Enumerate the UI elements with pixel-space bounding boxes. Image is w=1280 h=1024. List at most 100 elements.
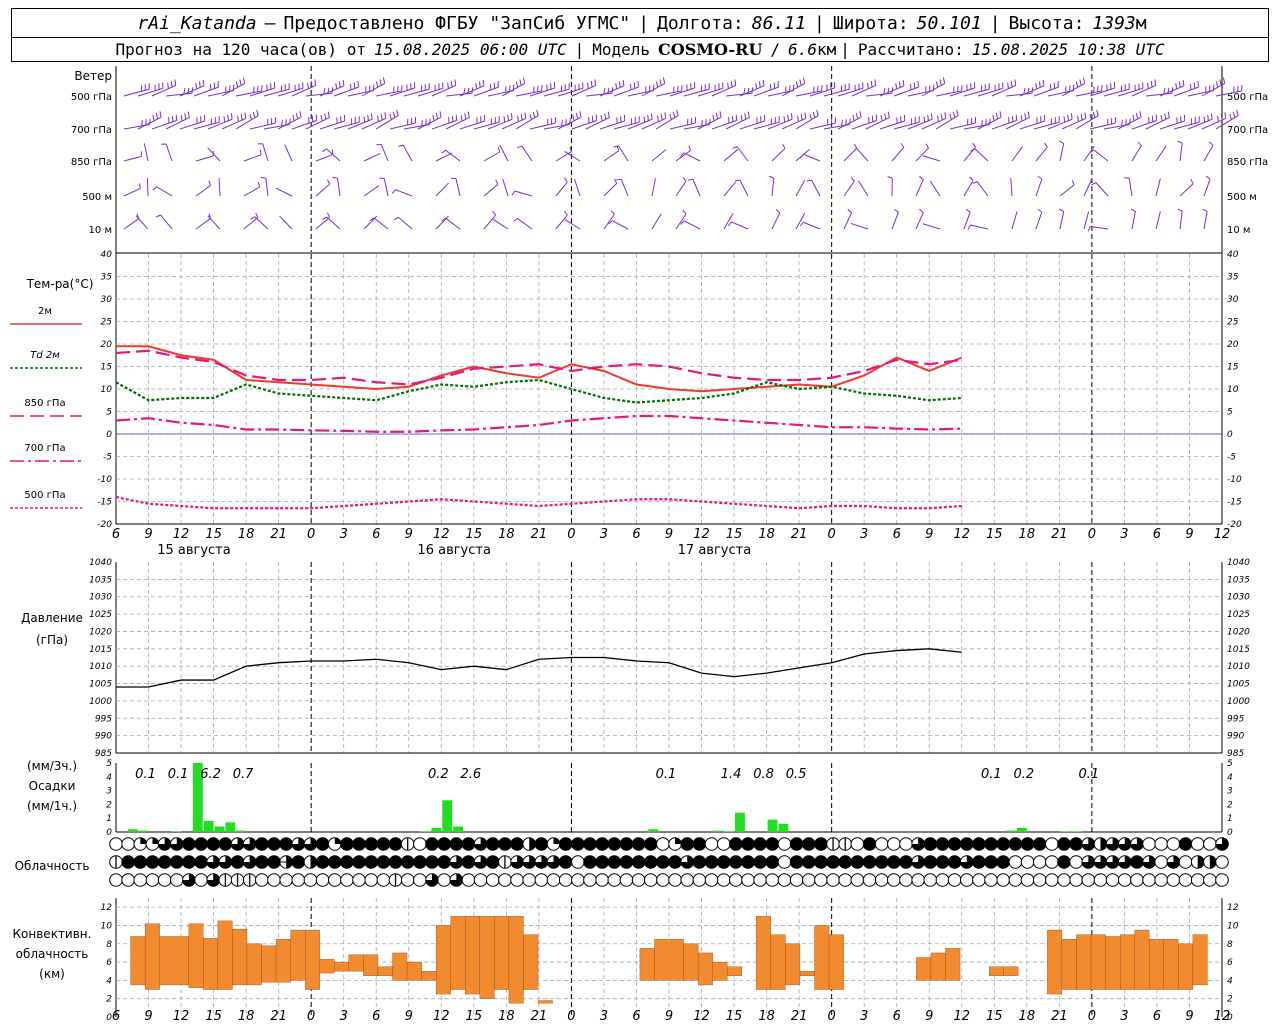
cloud-cover-icon (1069, 855, 1083, 869)
cloud-cover-icon (959, 837, 974, 851)
x-tick-label: 0 (567, 527, 575, 542)
conv-bar (377, 966, 393, 976)
prec-ytick-label-right: 0 (1227, 828, 1233, 838)
cloud-cover-icon (1045, 837, 1059, 851)
x-tick-label: 15 (726, 527, 743, 542)
cloud-cover-icon (449, 855, 464, 869)
x-tick-label: 9 (925, 1009, 933, 1024)
x-tick-label: 15 (466, 527, 483, 542)
wind-barb (1047, 84, 1075, 97)
x-tick-label: 15 (205, 1009, 222, 1024)
wind-barb (769, 175, 775, 197)
cloud-cover-icon (619, 873, 634, 887)
cloud-cover-icon (498, 837, 512, 851)
cloud-cover-icon (206, 837, 221, 851)
cloud-cover-icon (157, 855, 172, 869)
x-tick-label: 3 (340, 1009, 348, 1024)
cloud-cover-icon (242, 855, 257, 869)
cloud-cover-icon (1081, 873, 1096, 887)
cloud-title: Облачность (15, 859, 90, 873)
conv-ytick-label-right: 4 (1227, 976, 1233, 986)
pres-title: Давление (21, 611, 83, 625)
conv-bar (1163, 939, 1179, 990)
cloud-cover-icon (1057, 873, 1071, 887)
wind-barb (915, 208, 924, 230)
cloud-cover-icon (801, 873, 816, 887)
cloud-cover-icon (838, 837, 853, 851)
wind-barb (1083, 211, 1090, 230)
conv-bar (188, 923, 204, 988)
wind-barb (1091, 182, 1109, 197)
cloud-cover-icon (1032, 873, 1047, 887)
cloud-cover-icon (668, 837, 682, 851)
cloud-cover-icon (1045, 873, 1059, 887)
temp-ytick-label: 30 (101, 295, 113, 305)
wind-barb (435, 215, 449, 230)
cloud-cover-icon (571, 837, 585, 851)
cloud-cover-icon (558, 873, 573, 887)
wind-barb (165, 87, 194, 97)
cloud-cover-icon (887, 837, 901, 851)
wind-barb (123, 118, 151, 130)
cloud-cover-icon (449, 873, 464, 887)
x-tick-label: 18 (498, 527, 515, 542)
cloud-cover-icon (1117, 855, 1132, 869)
wind-barb (207, 147, 221, 162)
cloud-cover-icon (947, 873, 962, 887)
cloud-cover-icon (376, 855, 391, 869)
wind-barb (655, 109, 679, 130)
pres-ytick-label-right: 985 (1227, 749, 1244, 759)
cloud-cover-icon (376, 873, 391, 887)
cloud-cover-icon (996, 873, 1011, 887)
wind-barb (243, 149, 262, 162)
wind-barb (235, 109, 259, 130)
wind-level-label-right: 500 м (1227, 192, 1257, 203)
cloud-cover-icon (1166, 837, 1181, 851)
cloud-cover-icon (182, 837, 196, 851)
cloud-cover-icon (826, 837, 840, 851)
wind-barb (725, 111, 750, 130)
wind-barb (502, 178, 509, 197)
prec-bar (724, 831, 735, 832)
x-tick-label: 15 (726, 1009, 743, 1024)
conv-ytick-label: 2 (106, 995, 112, 1005)
wind-barb (723, 213, 734, 230)
x-tick-label: 0 (307, 1009, 315, 1024)
conv-bar (421, 971, 437, 981)
cloud-cover-icon (340, 837, 354, 851)
cloud-cover-icon (1203, 855, 1217, 869)
wind-barb (1179, 179, 1194, 197)
conv-bar (654, 939, 684, 981)
cloud-cover-icon (911, 837, 925, 851)
cloud-cover-icon (1045, 855, 1059, 869)
conv-bar (523, 934, 539, 990)
wind-barb (445, 87, 474, 97)
cloud-cover-icon (595, 837, 609, 851)
cloud-cover-icon (643, 873, 658, 887)
prec-bar (1016, 827, 1027, 832)
temp-ytick-label-right: -10 (1227, 475, 1242, 485)
temp-ytick-label: 10 (101, 385, 113, 395)
cloud-cover-icon (874, 873, 889, 887)
wind-barb (564, 151, 581, 162)
prec-bar (203, 820, 214, 832)
wind-barb (907, 84, 935, 97)
conv-bar (537, 1000, 553, 1004)
wind-barb (1173, 116, 1200, 130)
cloud-cover-icon (801, 855, 816, 869)
prec-bar (713, 830, 724, 832)
wind-barb (687, 178, 701, 197)
pres-ytick-label-right: 1015 (1227, 645, 1250, 655)
wind-barb (315, 179, 331, 197)
wind-barb (332, 177, 341, 197)
conv-bar (436, 925, 451, 995)
x-tick-label: 12 (953, 1009, 970, 1024)
cloud-cover-icon (546, 855, 561, 869)
wind-barb (492, 218, 509, 230)
conv-bar (275, 939, 291, 983)
wind-barb (483, 179, 499, 197)
wind-barb (1083, 145, 1095, 162)
cloud-cover-icon (631, 873, 646, 887)
wind-barb (260, 176, 269, 197)
x-tick-label: 18 (1019, 1009, 1036, 1024)
